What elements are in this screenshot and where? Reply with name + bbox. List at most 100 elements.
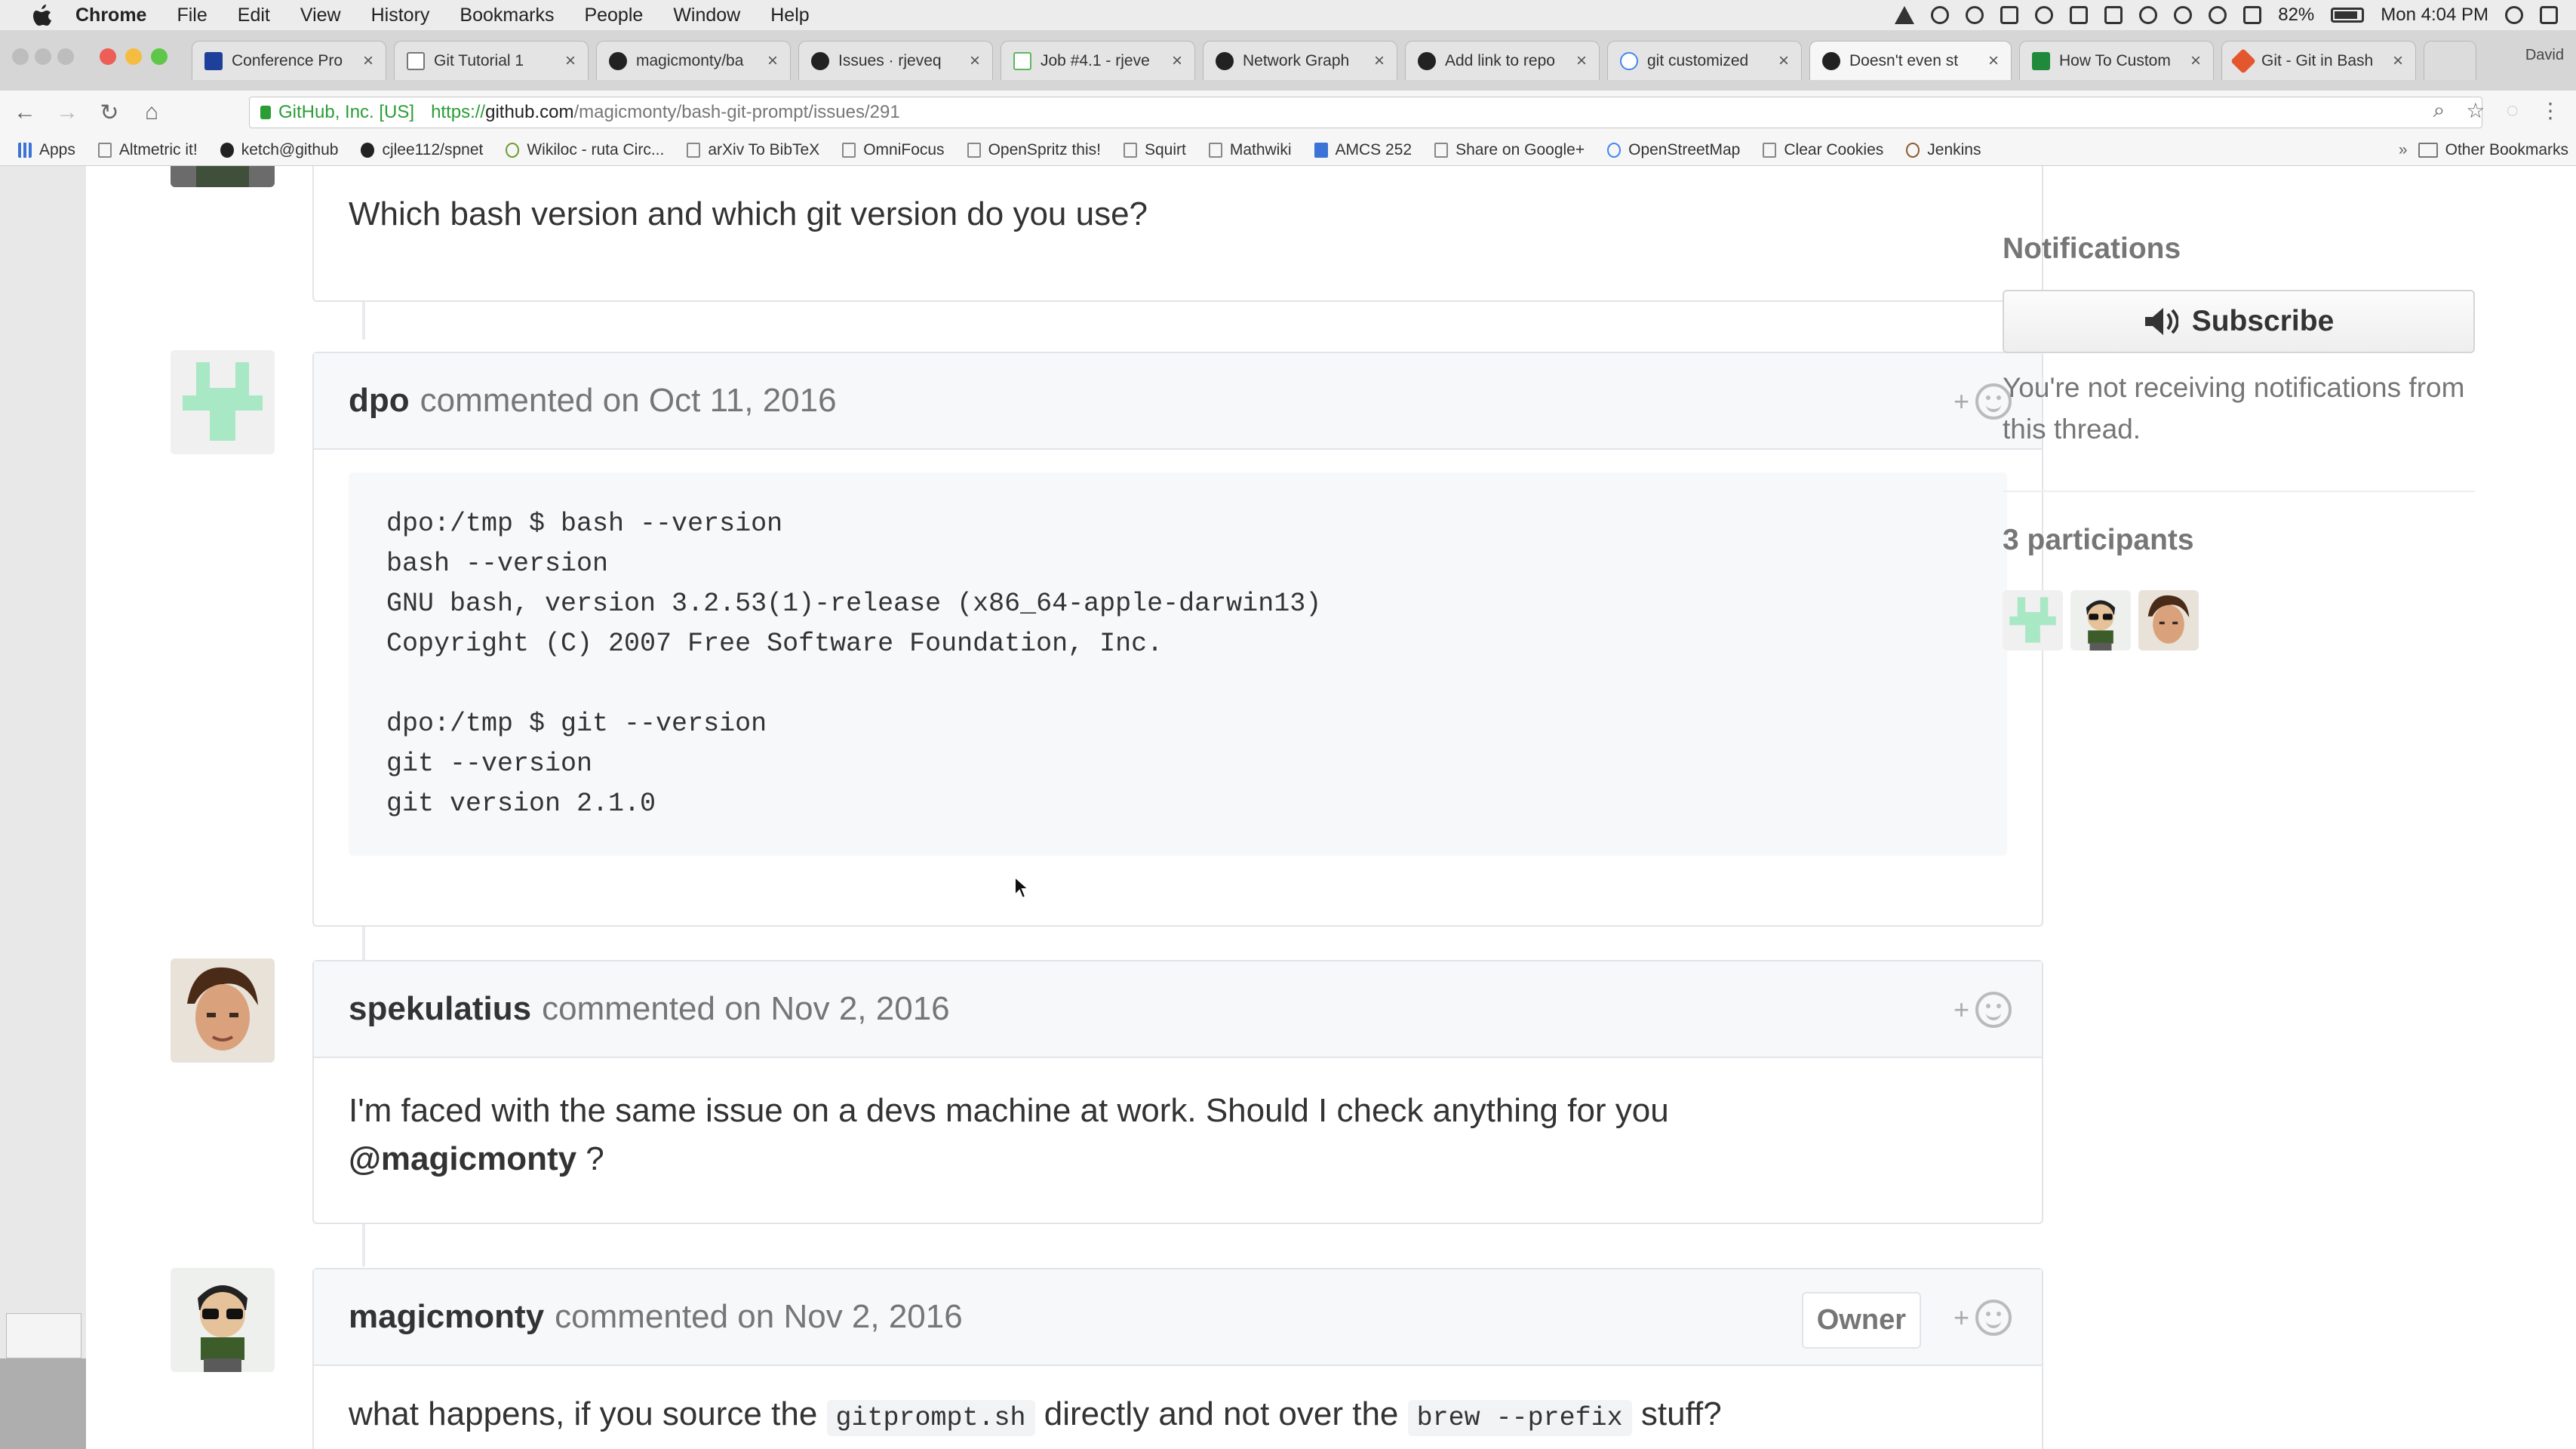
close-tab-icon[interactable]: ×	[1172, 51, 1182, 72]
menu-window[interactable]: Window	[673, 5, 740, 26]
menu-bookmarks[interactable]: Bookmarks	[460, 5, 554, 26]
onepassword-icon[interactable]	[1931, 6, 1950, 24]
chevron-right-icon[interactable]: »	[2399, 141, 2408, 159]
wifi-icon[interactable]	[2174, 6, 2193, 24]
comment-author[interactable]: spekulatius	[349, 990, 531, 1028]
participant-avatar[interactable]	[2003, 590, 2063, 651]
bookmark-ketch-github[interactable]: ketch@github	[220, 141, 338, 159]
menu-help[interactable]: Help	[770, 5, 809, 26]
comment-author[interactable]: magicmonty	[349, 1298, 544, 1336]
drive-icon[interactable]	[1895, 6, 1915, 24]
avatar[interactable]	[171, 958, 275, 1063]
spotlight-search-icon[interactable]	[2505, 6, 2523, 24]
comment-meta[interactable]: commented on Nov 2, 2016	[542, 990, 950, 1028]
tab-git-customized[interactable]: git customized ×	[1607, 41, 1802, 80]
close-tab-icon[interactable]: ×	[1374, 51, 1385, 72]
menu-view[interactable]: View	[300, 5, 341, 26]
other-bookmarks[interactable]: » Other Bookmarks	[2399, 141, 2568, 159]
extension-icon[interactable]: ◌	[2506, 98, 2519, 123]
tab-git-tutorial[interactable]: Git Tutorial 1 ×	[394, 41, 589, 80]
bookmark-squirt[interactable]: Squirt	[1123, 141, 1186, 159]
avatar[interactable]	[171, 350, 275, 454]
tab-doesnt-even-start[interactable]: Doesn't even st ×	[1809, 41, 2012, 80]
close-window-icon[interactable]	[12, 48, 29, 65]
minimize-window-icon[interactable]	[35, 48, 51, 65]
battery-icon[interactable]	[2331, 8, 2365, 23]
tab-network-graph[interactable]: Network Graph ×	[1203, 41, 1397, 80]
bookmark-spnet[interactable]: cjlee112/spnet	[361, 141, 483, 159]
bookmark-star-icon[interactable]: ☆	[2466, 98, 2485, 123]
zoom-icon[interactable]: ⌕	[2433, 98, 2445, 123]
bookmark-omnifocus[interactable]: OmniFocus	[842, 141, 945, 159]
bookmark-openstreetmap[interactable]: OpenStreetMap	[1607, 141, 1740, 159]
zoom-window-icon[interactable]	[57, 48, 74, 65]
sync-icon[interactable]	[1966, 6, 1984, 24]
tab-magicmonty-repo[interactable]: magicmonty/ba ×	[596, 41, 791, 80]
menu-people[interactable]: People	[584, 5, 643, 26]
lock-icon[interactable]	[260, 106, 271, 119]
reload-icon[interactable]: ↻	[92, 100, 127, 126]
bookmark-apps[interactable]: Apps	[18, 141, 75, 159]
menu-app-name[interactable]: Chrome	[75, 5, 146, 26]
close-window-icon[interactable]	[100, 48, 116, 65]
bookmark-arxiv-bibtex[interactable]: arXiv To BibTeX	[687, 141, 819, 159]
time-machine-icon[interactable]	[2139, 6, 2158, 24]
close-tab-icon[interactable]: ×	[363, 51, 373, 72]
comment-author[interactable]: dpo	[349, 382, 410, 420]
tab-conference[interactable]: Conference Pro ×	[192, 41, 386, 80]
close-tab-icon[interactable]: ×	[565, 51, 576, 72]
close-tab-icon[interactable]: ×	[2190, 51, 2201, 72]
avatar[interactable]	[171, 1268, 275, 1372]
dropbox-icon[interactable]	[2070, 6, 2089, 24]
zoom-window-icon[interactable]	[151, 48, 168, 65]
menu-edit[interactable]: Edit	[238, 5, 270, 26]
subscribe-button[interactable]: Subscribe	[2003, 290, 2475, 353]
tab-issues[interactable]: Issues · rjeveq ×	[798, 41, 993, 80]
tab-job[interactable]: Job #4.1 - rjeve ×	[1001, 41, 1195, 80]
menu-icon[interactable]: ⋮	[2540, 98, 2561, 123]
menu-file[interactable]: File	[177, 5, 207, 26]
bookmark-mathwiki[interactable]: Mathwiki	[1208, 141, 1292, 159]
add-reaction-button[interactable]: +	[1954, 1300, 2012, 1336]
bookmark-amcs[interactable]: AMCS 252	[1314, 141, 1412, 159]
bookmark-openspritz[interactable]: OpenSpritz this!	[967, 141, 1101, 159]
b-icon[interactable]	[2035, 6, 2054, 24]
comment-meta[interactable]: commented on Oct 11, 2016	[420, 382, 837, 420]
bookmark-share-google[interactable]: Share on Google+	[1434, 141, 1585, 159]
apple-icon[interactable]	[29, 4, 54, 26]
back-arrow-icon[interactable]: ←	[8, 100, 42, 125]
participant-avatar[interactable]	[2070, 590, 2131, 651]
address-bar[interactable]: GitHub, Inc. [US] https:// github.com /m…	[249, 97, 2482, 128]
close-tab-icon[interactable]: ×	[1988, 51, 1999, 72]
bookmark-clear-cookies[interactable]: Clear Cookies	[1763, 141, 1883, 159]
shield-icon[interactable]	[2000, 6, 2019, 24]
close-tab-icon[interactable]: ×	[970, 51, 980, 72]
volume-icon[interactable]	[2209, 6, 2227, 24]
close-tab-icon[interactable]: ×	[767, 51, 778, 72]
close-tab-icon[interactable]: ×	[1778, 51, 1789, 72]
avatar[interactable]	[171, 166, 275, 187]
close-tab-icon[interactable]: ×	[1576, 51, 1587, 72]
participant-avatar[interactable]	[2138, 590, 2199, 651]
site-identity[interactable]: GitHub, Inc. [US]	[278, 102, 414, 123]
forward-arrow-icon[interactable]: →	[50, 100, 85, 125]
home-icon[interactable]: ⌂	[134, 100, 169, 125]
flag-icon[interactable]	[2243, 6, 2262, 24]
bookmark-wikiloc[interactable]: Wikiloc - ruta Circ...	[506, 141, 664, 159]
tab-git-in-bash[interactable]: Git - Git in Bash ×	[2221, 41, 2416, 80]
new-tab-button[interactable]	[2424, 41, 2476, 80]
profile-button[interactable]: David	[2525, 47, 2564, 64]
tab-how-to-customize[interactable]: How To Custom ×	[2019, 41, 2214, 80]
notification-center-icon[interactable]	[2540, 6, 2558, 24]
user-mention-link[interactable]: @magicmonty	[349, 1140, 576, 1177]
close-tab-icon[interactable]: ×	[2393, 51, 2403, 72]
bookmark-jenkins[interactable]: Jenkins	[1906, 141, 1981, 159]
minimize-window-icon[interactable]	[125, 48, 142, 65]
menu-history[interactable]: History	[371, 5, 430, 26]
comment-meta[interactable]: commented on Nov 2, 2016	[555, 1298, 963, 1336]
tab-add-link[interactable]: Add link to repo ×	[1405, 41, 1600, 80]
clock[interactable]: Mon 4:04 PM	[2381, 5, 2488, 26]
bookmark-altmetric[interactable]: Altmetric it!	[97, 141, 198, 159]
add-reaction-button[interactable]: +	[1954, 992, 2012, 1028]
display-icon[interactable]	[2104, 6, 2123, 24]
